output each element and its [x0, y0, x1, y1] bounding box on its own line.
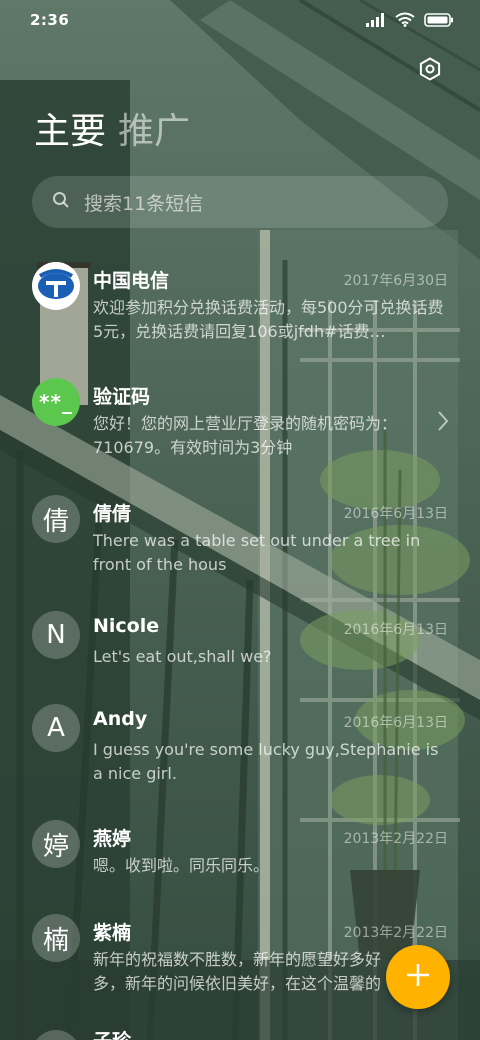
- plus-icon: [405, 962, 431, 992]
- search-input[interactable]: 搜索11条短信: [32, 176, 448, 228]
- list-item[interactable]: N Nicole 2016年6月13日 Let's eat out,shall …: [0, 601, 480, 701]
- message-date: 2013年2月22日: [343, 925, 448, 941]
- status-icons: [366, 12, 454, 31]
- message-date: 2017年6月30日: [343, 273, 448, 289]
- contact-name: Nicole: [93, 615, 160, 637]
- new-message-button[interactable]: [386, 945, 450, 1009]
- category-tabs: 主要 推广: [34, 110, 190, 154]
- chevron-right-icon[interactable]: [436, 410, 450, 436]
- status-bar: 2:36: [0, 0, 480, 40]
- avatar: N: [32, 611, 80, 659]
- message-preview: Let's eat out,shall we?: [93, 647, 272, 666]
- list-item[interactable]: 子珍: [0, 1020, 480, 1040]
- contact-name: 倩倩: [93, 503, 132, 525]
- avatar: 婷: [32, 820, 80, 868]
- message-date: 2013年2月22日: [343, 831, 448, 847]
- list-item[interactable]: 倩 倩倩 2016年6月13日 There was a table set ou…: [0, 485, 480, 585]
- china-telecom-logo-icon: [32, 262, 80, 310]
- contact-name: Andy: [93, 708, 148, 730]
- contact-name: 紫楠: [93, 922, 132, 944]
- search-icon: [52, 191, 70, 213]
- wifi-icon: [395, 12, 415, 31]
- signal-icon: [366, 12, 386, 31]
- status-time: 2:36: [30, 11, 70, 29]
- message-preview: 欢迎参加积分兑换话费活动，每500分可兑换话费5元，兑换话费请回复106或jfd…: [93, 298, 444, 341]
- contact-name: 子珍: [93, 1026, 131, 1040]
- message-preview: There was a table set out under a tree i…: [93, 531, 421, 574]
- contact-name: 验证码: [93, 386, 151, 408]
- message-preview: 嗯。收到啦。同乐同乐。: [93, 856, 270, 875]
- message-date: 2016年6月13日: [343, 715, 448, 731]
- avatar: [32, 1030, 80, 1040]
- message-preview: I guess you're some lucky guy,Stephanie …: [93, 740, 439, 783]
- avatar: A: [32, 704, 80, 752]
- avatar: **_: [32, 378, 80, 426]
- tab-promotions[interactable]: 推广: [118, 110, 190, 154]
- battery-icon: [424, 12, 454, 31]
- list-item[interactable]: A Andy 2016年6月13日 I guess you're some lu…: [0, 694, 480, 794]
- message-date: 2016年6月13日: [343, 622, 448, 638]
- tab-primary[interactable]: 主要: [34, 110, 106, 154]
- message-preview: 您好！您的网上营业厅登录的随机密码为：710679。有效时间为3分钟: [93, 414, 398, 457]
- contact-name: 燕婷: [93, 828, 132, 850]
- message-date: 2016年6月13日: [343, 506, 448, 522]
- avatar: 楠: [32, 914, 80, 962]
- gear-icon[interactable]: [418, 57, 442, 81]
- avatar: [32, 262, 80, 310]
- message-preview: 新年的祝福数不胜数，新年的愿望好多好多，新年的问候依旧美好，在这个温馨的时刻: [93, 950, 382, 993]
- list-item[interactable]: 中国电信 2017年6月30日 欢迎参加积分兑换话费活动，每500分可兑换话费5…: [0, 252, 480, 352]
- avatar: 倩: [32, 495, 80, 543]
- list-item[interactable]: 婷 燕婷 2013年2月22日 嗯。收到啦。同乐同乐。: [0, 810, 480, 910]
- list-item[interactable]: **_ 验证码 您好！您的网上营业厅登录的随机密码为：710679。有效时间为3…: [0, 368, 480, 468]
- contact-name: 中国电信: [93, 270, 170, 292]
- search-placeholder: 搜索11条短信: [84, 192, 204, 215]
